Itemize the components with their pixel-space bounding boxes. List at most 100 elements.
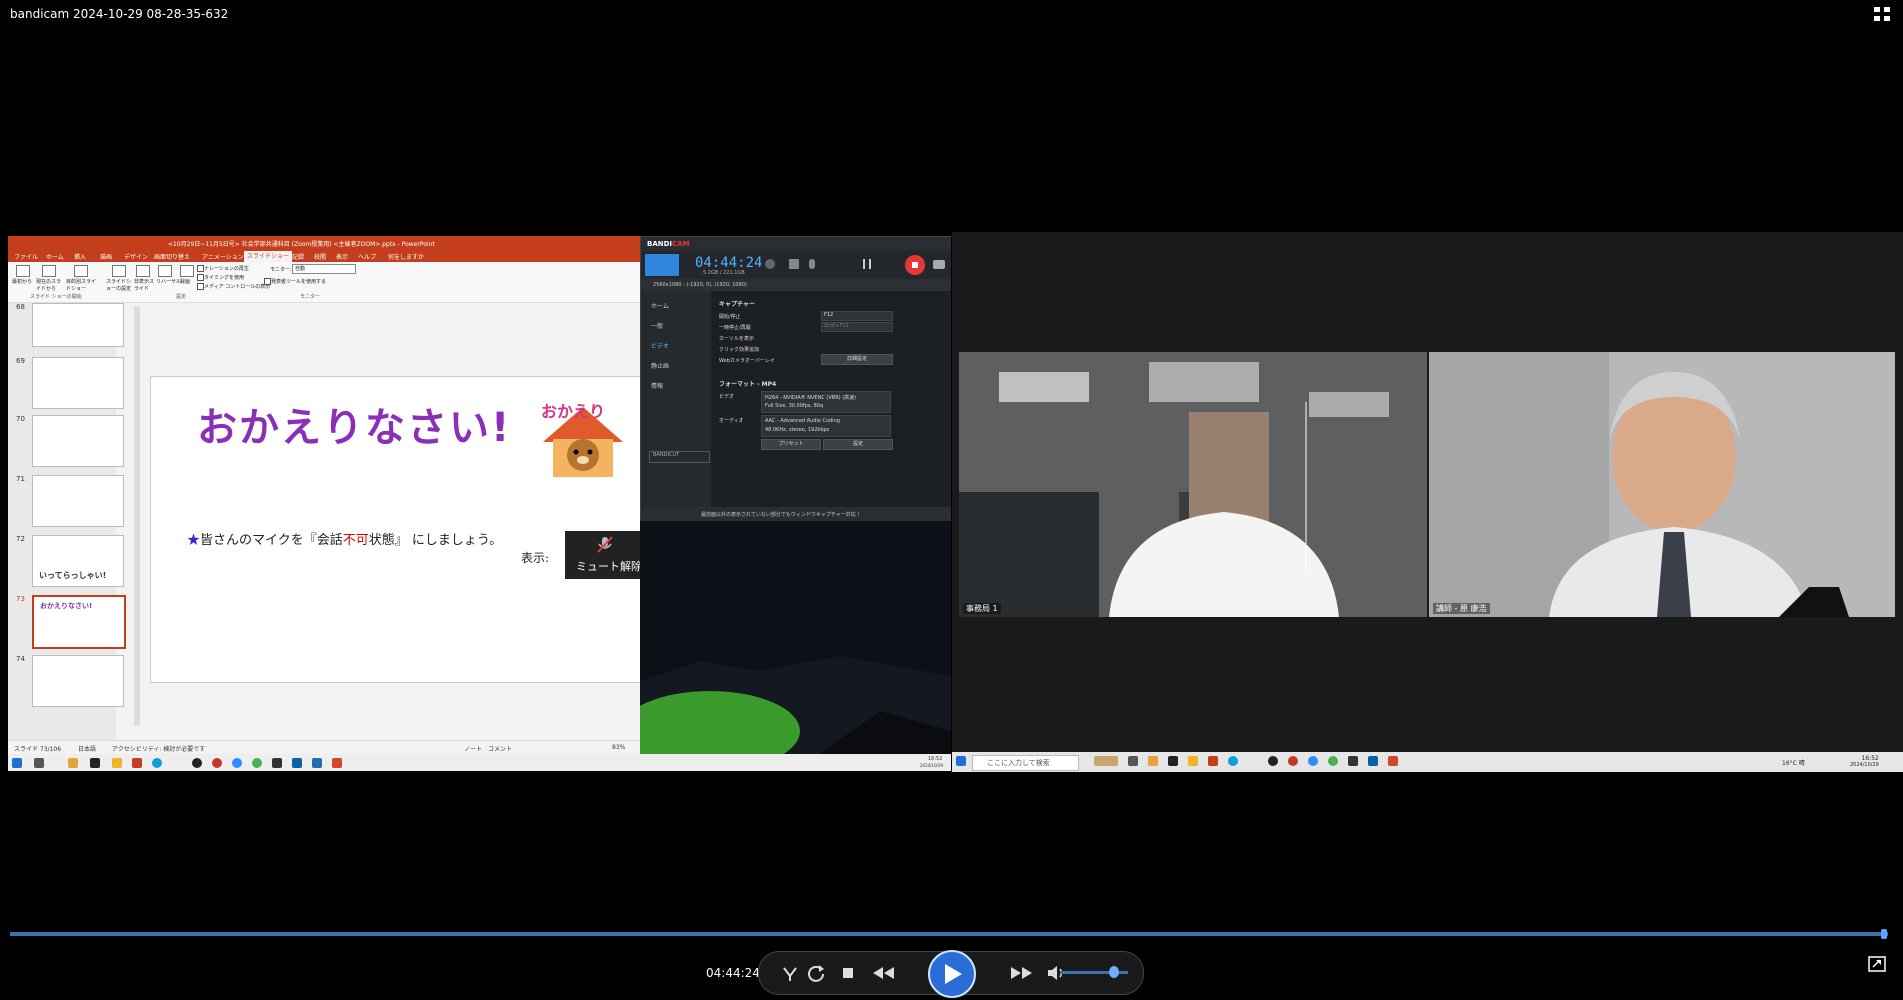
from-current-button[interactable]: 現在のスライドから [36, 278, 62, 292]
bandicut-button[interactable]: BANDICUT [649, 451, 710, 463]
tab-home[interactable]: ホーム [46, 252, 64, 261]
monitor-select[interactable]: 自動 [292, 264, 356, 274]
start-icon[interactable] [12, 758, 22, 768]
app-icon[interactable] [1348, 756, 1358, 766]
status-notes-button[interactable]: ノート [464, 744, 482, 753]
slide-thumbnail-72[interactable]: いってらっしゃい! [32, 535, 124, 587]
tab-insert[interactable]: 挿入 [74, 252, 86, 261]
stop-recording-button[interactable] [905, 255, 925, 275]
zoom-taskbar-icon[interactable] [1308, 756, 1318, 766]
record-icon[interactable] [180, 265, 194, 277]
status-accessibility[interactable]: アクセシビリティ: 検討が必要です [112, 744, 205, 753]
mic-icon[interactable] [809, 259, 815, 269]
advanced-settings-button[interactable]: 詳細設定 [821, 354, 893, 365]
status-zoom[interactable]: 83% [612, 744, 625, 751]
tab-transitions[interactable]: 画面切り替え [154, 252, 190, 261]
seek-handle[interactable] [1881, 929, 1888, 939]
edge-icon[interactable] [152, 758, 162, 768]
hide-slide-button[interactable]: 非表示スライド [134, 278, 154, 292]
capture-mode-button[interactable] [645, 254, 679, 276]
slide-thumbnail-68[interactable] [32, 303, 124, 347]
explorer-icon[interactable] [112, 758, 122, 768]
explorer-icon[interactable] [1188, 756, 1198, 766]
app-icon[interactable] [272, 758, 282, 768]
presenter-view-checkbox[interactable] [264, 278, 271, 285]
office-icon[interactable] [1388, 756, 1398, 766]
check-webcam-overlay[interactable]: Webカメラオーバーレイ [719, 357, 775, 364]
sidebar-item-image[interactable]: 静止画 [651, 361, 669, 370]
taskbar-clock[interactable]: 16:52 2024/10/29 [1850, 755, 1879, 768]
tab-tellme[interactable]: 何をしますか [388, 252, 424, 261]
media-controls-checkbox[interactable] [197, 283, 204, 290]
search-icon[interactable] [34, 758, 44, 768]
fast-forward-icon[interactable] [1007, 962, 1035, 984]
format-settings-button[interactable]: 設定 [823, 439, 893, 450]
edge-icon[interactable] [1228, 756, 1238, 766]
chrome-icon[interactable] [252, 758, 262, 768]
window-mode-icon[interactable] [1868, 956, 1886, 972]
participant-tile-1[interactable]: 事務局 1 [959, 352, 1427, 617]
tab-record[interactable]: 記録 [292, 252, 304, 261]
play-button[interactable] [928, 950, 976, 998]
tab-view[interactable]: 表示 [336, 252, 348, 261]
rehearse-icon[interactable] [158, 265, 172, 277]
sidebar-item-home[interactable]: ホーム [651, 301, 669, 310]
tab-animations[interactable]: アニメーション [202, 252, 244, 261]
pause-icon[interactable] [863, 259, 871, 269]
narration-checkbox[interactable] [197, 265, 204, 272]
slide-thumbnail-69[interactable] [32, 357, 124, 409]
bandicam-taskbar-icon[interactable] [212, 758, 222, 768]
tab-draw[interactable]: 描画 [100, 252, 112, 261]
from-beginning-icon[interactable] [16, 265, 30, 277]
word-icon[interactable] [312, 758, 322, 768]
rewind-icon[interactable] [869, 962, 897, 984]
terminal-icon[interactable] [90, 758, 100, 768]
sidebar-item-about[interactable]: 情報 [651, 381, 663, 390]
weather-widget[interactable]: 16°C 晴 [1782, 758, 1805, 767]
zoom-taskbar-icon[interactable] [232, 758, 242, 768]
participant-tile-2[interactable]: 講師 - 原 康浩 [1429, 352, 1895, 617]
screenshot-icon[interactable] [933, 260, 945, 269]
stop-icon[interactable] [837, 962, 859, 984]
exit-fullscreen-icon[interactable] [1873, 6, 1891, 22]
thumbnail-scrollbar[interactable] [134, 306, 140, 726]
tab-slideshow[interactable]: スライドショー [244, 251, 293, 262]
copilot-icon[interactable] [1148, 756, 1158, 766]
tab-file[interactable]: ファイル [14, 252, 38, 261]
sidebar-item-video[interactable]: ビデオ [651, 341, 669, 350]
check-show-cursor[interactable]: カーソルを表示 [719, 335, 754, 342]
ab-repeat-icon[interactable] [779, 962, 801, 984]
powerpoint-taskbar-icon[interactable] [132, 758, 142, 768]
speaker-icon[interactable] [789, 259, 799, 269]
tab-help[interactable]: ヘルプ [358, 252, 376, 261]
chrome-icon[interactable] [1328, 756, 1338, 766]
hotkey-pause-field[interactable]: Shift+F12 [821, 322, 893, 332]
taskbar-search-input[interactable]: ここに入力して検索 [972, 755, 1079, 771]
task-view-icon[interactable] [1128, 756, 1138, 766]
app-icon[interactable] [1268, 756, 1278, 766]
preset-button[interactable]: プリセット [761, 439, 821, 450]
start-icon[interactable] [956, 756, 966, 766]
from-current-icon[interactable] [42, 265, 56, 277]
setup-show-button[interactable]: スライドショーの設定 [106, 278, 134, 292]
office-icon[interactable] [332, 758, 342, 768]
tab-design[interactable]: デザイン [124, 252, 148, 261]
custom-show-button[interactable]: 目的別スライドショー [66, 278, 96, 292]
slide-thumbnail-73[interactable]: おかえりなさい! [32, 595, 126, 649]
slide-thumbnail-70[interactable] [32, 415, 124, 467]
from-beginning-button[interactable]: 最初から [12, 278, 32, 285]
webcam-icon[interactable] [765, 259, 775, 269]
powerpoint-taskbar-icon[interactable] [1208, 756, 1218, 766]
sidebar-item-general[interactable]: 一般 [651, 321, 663, 330]
rehearse-button[interactable]: リハーサル [156, 278, 181, 285]
slide-thumbnail-71[interactable] [32, 475, 124, 527]
setup-show-icon[interactable] [112, 265, 126, 277]
record-button[interactable]: 録画 [180, 278, 190, 285]
check-click-effect[interactable]: クリック効果追加 [719, 346, 759, 353]
outlook-icon[interactable] [1368, 756, 1378, 766]
check-pause-resume[interactable]: 一時停止/再開 [719, 324, 751, 331]
tab-review[interactable]: 校閲 [314, 252, 326, 261]
status-comments-button[interactable]: コメント [488, 744, 512, 753]
timing-checkbox[interactable] [197, 274, 204, 281]
outlook-icon[interactable] [292, 758, 302, 768]
